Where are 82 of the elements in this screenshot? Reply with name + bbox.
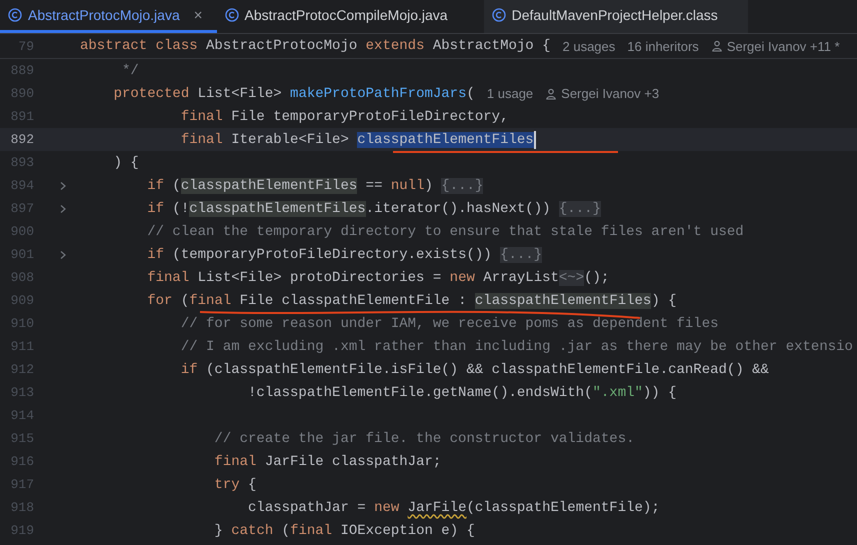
keyword: extends [366,38,424,54]
code-text: IOException e) { [339,522,475,538]
code-text: == [364,178,384,194]
editor-tab[interactable]: AbstractProtocCompileMojo.java [216,0,484,33]
code-text: } [213,522,224,538]
code-text: ) { [651,292,677,308]
keyword: catch [231,522,274,538]
class-icon [8,8,22,22]
usage-highlight: classpathElementFiles [180,178,358,194]
code-text: !classpathElementFile.getName().endsWith( [247,384,592,400]
usage-hint[interactable]: 16 inheritors [627,38,699,54]
person-icon [710,40,723,52]
code-text: classpathJar = [247,500,367,516]
keyword: final [180,108,223,124]
keyword: if [146,200,164,216]
usage-highlight: classpathElementFiles [474,292,652,308]
keyword: final [180,132,223,148]
folded-region: {...} [558,200,601,216]
keyword: try [213,476,240,492]
code-comment: // clean the temporary directory to ensure that stale files aren't used [146,224,744,240]
code-text: ArrayList [482,270,559,286]
code-text: ( [180,292,190,308]
person-icon [545,88,558,100]
method-name: makeProtoPathFromJars [290,86,466,102]
code-text: ) { [112,154,139,170]
code-text: .iterator().hasNext()) [366,200,552,216]
keyword: new [450,270,475,286]
text-caret [534,130,536,148]
keyword: if [146,246,164,262]
usage-hint[interactable]: 2 usages [562,38,616,54]
class-icon [492,8,506,22]
code-text: (classpathElementFile); [466,500,660,516]
code-text: { [247,476,256,492]
code-text: (classpathElementFile.isFile() && classpathElementFile.canRead() && [205,362,769,378]
usage-hint[interactable]: 1 usage [486,86,534,101]
keyword: if [180,362,198,378]
code-text: (temporaryProtoFileDirectory.exists()) [171,246,493,262]
code-text: Iterable<File> [230,132,350,148]
author-hint[interactable]: Sergei Ivanov +11 * [710,38,840,54]
expand-chevron-icon[interactable] [59,180,67,190]
code-text: (); [584,270,610,286]
code-text: (! [171,200,190,216]
code-text: ) [424,178,434,194]
class-icon [224,8,238,22]
keyword: new [374,500,400,516]
code-text: AbstractProtocMojo [205,38,358,54]
string-literal: ".xml" [592,384,643,400]
keyword: null [390,178,424,194]
folded-region: {...} [441,178,484,194]
expand-chevron-icon[interactable] [59,250,67,260]
code-text: ( [466,86,475,102]
code-comment: */ [121,62,139,78]
code-text: )) { [642,384,677,400]
keyword: protected [112,86,190,102]
close-tab-button[interactable]: × [194,6,202,24]
keyword: final [213,454,256,470]
code-comment: // for some reason under IAM, we receive poms as dependent files [180,316,719,332]
code-text: List<File> [196,86,283,102]
keyword: final [290,522,332,538]
folded-region: <~> [558,270,584,286]
code-text: List<File> protoDirectories = [196,270,442,286]
code-text: File temporaryProtoFileDirectory, [230,108,508,124]
author-hint[interactable]: Sergei Ivanov +3 [545,86,660,101]
usage-highlight: classpathElementFiles [189,200,366,216]
keyword: final [146,270,190,286]
folded-region: {...} [500,246,542,262]
editor-tab[interactable]: DefaultMavenProjectHelper.class [484,0,748,33]
keyword: abstract class [80,38,198,54]
keyword: for [146,292,172,308]
warning-text: JarFile [408,500,466,516]
code-comment: // create the jar file. the constructor validates. [213,430,634,446]
code-text: JarFile classpathJar; [264,454,442,470]
keyword: if [146,178,164,194]
code-text: File classpathElementFile : [238,292,468,308]
code-text: AbstractMojo { [432,38,550,54]
keyword: final [189,292,232,308]
selected-text: classpathElementFiles [357,132,534,148]
code-text: ( [171,178,181,194]
line-number: 892 [10,132,34,147]
code-comment: // I am excluding .xml rather than including .jar as there may be other extensio [180,338,853,354]
code-text: ( [280,522,290,538]
expand-chevron-icon[interactable] [59,204,67,214]
